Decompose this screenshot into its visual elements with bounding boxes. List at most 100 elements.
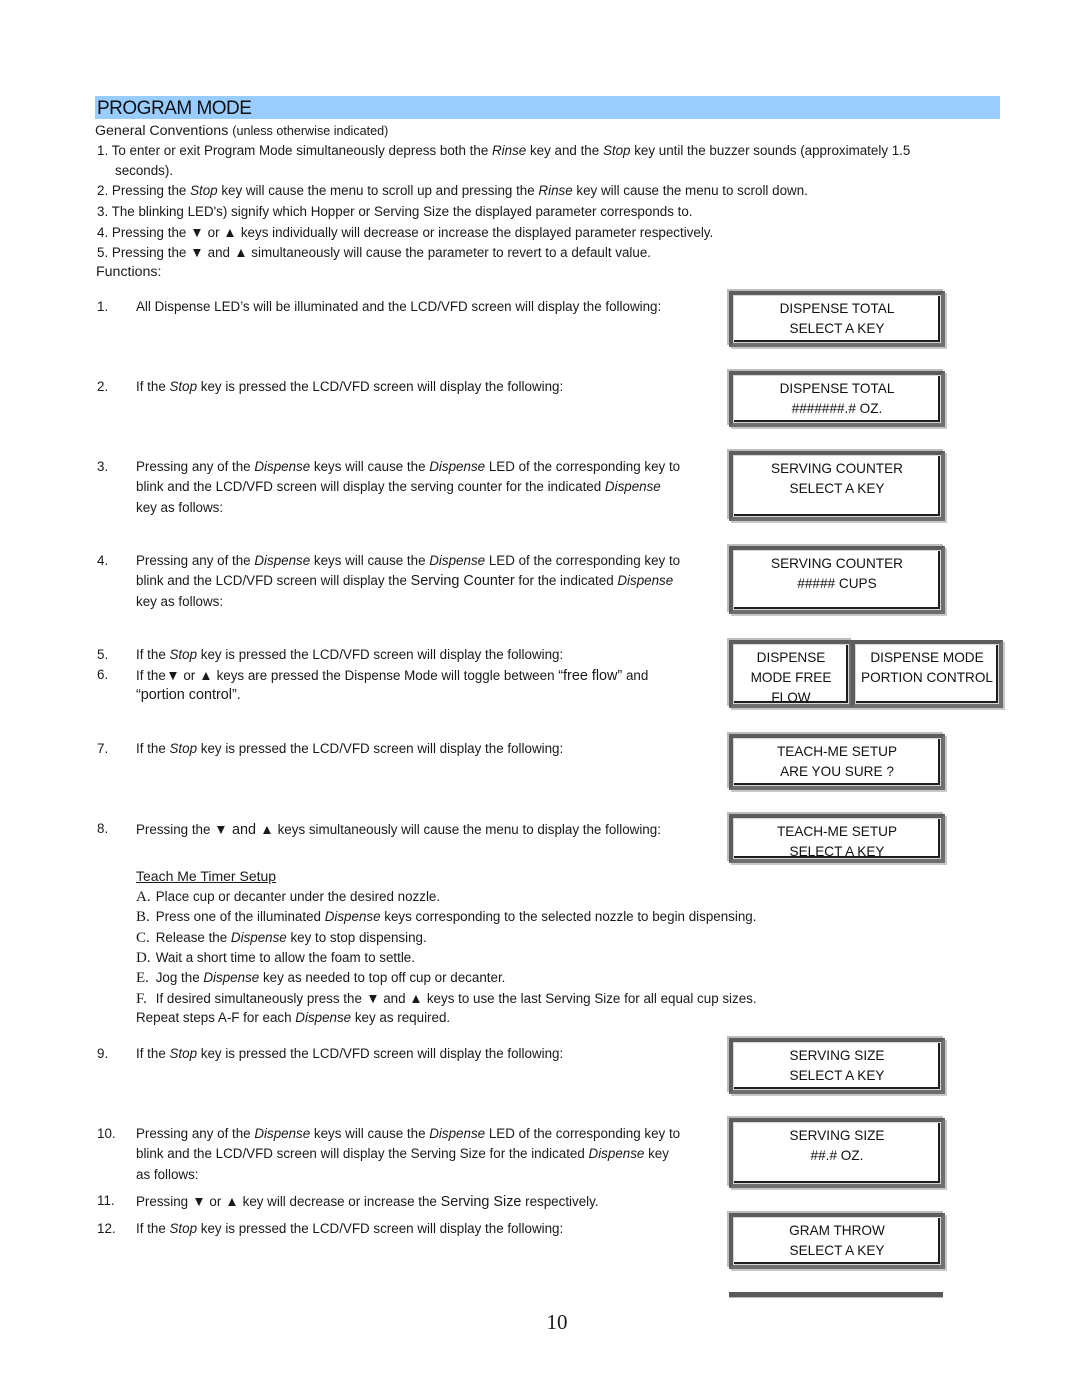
text: or bbox=[179, 668, 199, 683]
lcd-line: TEACH-ME SETUP bbox=[776, 744, 898, 759]
text: key to stop dispensing. bbox=[286, 930, 427, 945]
step-letter: D. bbox=[136, 950, 151, 966]
lcd-line: ##### CUPS bbox=[797, 576, 877, 591]
key-name: Dispense bbox=[254, 553, 311, 568]
text: key is pressed the LCD/VFD screen will d… bbox=[197, 379, 564, 394]
teach-repeat-note: Repeat steps A-F for each Dispense key a… bbox=[136, 1008, 450, 1028]
lcd-screen-dispense-total-select: DISPENSE TOTAL SELECT A KEY bbox=[729, 291, 945, 347]
item-number: 6. bbox=[97, 667, 109, 682]
term: Serving Counter bbox=[410, 573, 515, 589]
key-name: Dispense bbox=[617, 573, 674, 588]
text: Wait a short time to allow the foam to s… bbox=[155, 950, 415, 965]
lcd-line: SERVING COUNTER bbox=[771, 556, 903, 571]
step-letter: E. bbox=[136, 970, 149, 986]
step-letter: F. bbox=[136, 991, 147, 1007]
key-name: Rinse bbox=[492, 143, 527, 158]
text: or bbox=[203, 225, 224, 240]
text: keys to use the last Serving Size for al… bbox=[423, 991, 757, 1006]
text: To enter or exit Program Mode simultaneo… bbox=[111, 143, 492, 158]
text: Pressing any of the bbox=[136, 1126, 255, 1141]
item-number: 1. bbox=[97, 299, 109, 314]
lcd-line: PORTION CONTROL bbox=[861, 670, 993, 685]
step-letter: B. bbox=[136, 909, 150, 925]
item-number: 1. bbox=[97, 143, 109, 158]
text: key will cause the menu to scroll down. bbox=[572, 183, 808, 198]
lcd-screen-serving-size-oz: SERVING SIZE ##.# OZ. bbox=[729, 1118, 945, 1188]
text: If the bbox=[136, 741, 170, 756]
lcd-line: FLOW bbox=[771, 690, 811, 705]
down-arrow-icon: ▼ bbox=[214, 821, 228, 837]
text: key as follows: bbox=[136, 594, 224, 609]
key-name: Rinse bbox=[538, 183, 573, 198]
text: LED of the corresponding key to bbox=[485, 459, 681, 474]
teach-step-e: E. Jog the Dispense key as needed to top… bbox=[136, 968, 505, 988]
teach-step-c: C. Release the Dispense key to stop disp… bbox=[136, 928, 427, 948]
text: blink and the LCD/VFD screen will displa… bbox=[136, 573, 411, 588]
text: keys will cause the bbox=[310, 1126, 430, 1141]
text: keys simultaneously will cause the menu … bbox=[273, 822, 661, 837]
heading-text: General Conventions bbox=[95, 123, 229, 139]
lcd-screen-partial-edge bbox=[729, 1292, 943, 1298]
text: Pressing any of the bbox=[136, 553, 255, 568]
item-number: 4. bbox=[97, 553, 109, 568]
item-number: 7. bbox=[97, 741, 109, 756]
teach-me-heading: Teach Me Timer Setup bbox=[136, 868, 277, 884]
lcd-line: MODE FREE bbox=[750, 670, 832, 685]
key-name: Stop bbox=[169, 1221, 198, 1236]
text: respectively. bbox=[521, 1194, 599, 1209]
key-name: Stop bbox=[169, 741, 198, 756]
lcd-screen-teach-me-sure: TEACH-ME SETUP ARE YOU SURE ? bbox=[729, 734, 945, 790]
term: Serving Size bbox=[440, 1194, 522, 1210]
up-arrow-icon: ▲ bbox=[199, 667, 213, 683]
text: Pressing the bbox=[111, 245, 191, 260]
general-item-1: 1. To enter or exit Program Mode simulta… bbox=[97, 141, 910, 161]
lcd-screen-serving-counter-select: SERVING COUNTER SELECT A KEY bbox=[729, 451, 945, 521]
item-number: 5. bbox=[97, 245, 109, 260]
text: The blinking LED's) signify which Hopper… bbox=[111, 204, 693, 219]
item-number: 4. bbox=[97, 225, 109, 240]
down-arrow-icon: ▼ bbox=[365, 990, 380, 1006]
key-name: Dispense bbox=[604, 479, 661, 494]
step-letter: C. bbox=[136, 930, 150, 946]
key-name: Dispense bbox=[254, 459, 311, 474]
key-name: Dispense bbox=[429, 1126, 486, 1141]
text: Release the bbox=[155, 930, 231, 945]
text: keys are pressed the Dispense Mode will … bbox=[212, 668, 559, 683]
item-number: 9. bbox=[97, 1046, 109, 1061]
lcd-line: DISPENSE TOTAL bbox=[779, 381, 895, 396]
lcd-line: SERVING SIZE bbox=[789, 1048, 885, 1063]
lcd-screen-teach-me-select: TEACH-ME SETUP SELECT A KEY bbox=[729, 814, 945, 863]
key-name: Stop bbox=[169, 647, 198, 662]
text: and bbox=[622, 668, 649, 683]
text: All Dispense LED’s will be illuminated a… bbox=[136, 299, 662, 314]
text: and bbox=[203, 245, 234, 260]
general-item-1-cont: seconds). bbox=[115, 163, 174, 178]
text: Pressing any of the bbox=[136, 459, 255, 474]
text: key is pressed the LCD/VFD screen will d… bbox=[197, 1046, 564, 1061]
down-arrow-icon: ▼ bbox=[166, 667, 180, 683]
text: key is pressed the LCD/VFD screen will d… bbox=[197, 647, 564, 662]
text: keys will cause the bbox=[310, 459, 430, 474]
text: If the bbox=[136, 1046, 170, 1061]
text: key is pressed the LCD/VFD screen will d… bbox=[197, 741, 564, 756]
key-name: Dispense bbox=[203, 970, 260, 985]
lcd-line: SERVING COUNTER bbox=[771, 461, 903, 476]
lcd-line: SELECT A KEY bbox=[789, 844, 885, 859]
item-number: 3. bbox=[97, 204, 109, 219]
down-arrow-icon: ▼ bbox=[192, 1193, 206, 1209]
lcd-line: DISPENSE TOTAL bbox=[779, 301, 895, 316]
text: as follows: bbox=[136, 1167, 199, 1182]
lcd-line: SELECT A KEY bbox=[789, 321, 885, 336]
lcd-line: DISPENSE bbox=[756, 650, 826, 665]
lcd-screen-mode-portion-control: DISPENSE MODE PORTION CONTROL bbox=[851, 640, 1003, 708]
text: keys corresponding to the selected nozzl… bbox=[380, 909, 757, 924]
text: Place cup or decanter under the desired … bbox=[155, 889, 441, 904]
text: Jog the bbox=[155, 970, 204, 985]
text: LED of the corresponding key to bbox=[485, 1126, 681, 1141]
item-number: 11. bbox=[97, 1193, 115, 1208]
teach-step-a: A. Place cup or decanter under the desir… bbox=[136, 887, 440, 907]
general-item-2: 2. Pressing the Stop key will cause the … bbox=[97, 181, 808, 201]
down-arrow-icon: ▼ bbox=[190, 244, 204, 260]
text: Press one of the illuminated bbox=[155, 909, 325, 924]
lcd-line: DISPENSE MODE bbox=[870, 650, 984, 665]
